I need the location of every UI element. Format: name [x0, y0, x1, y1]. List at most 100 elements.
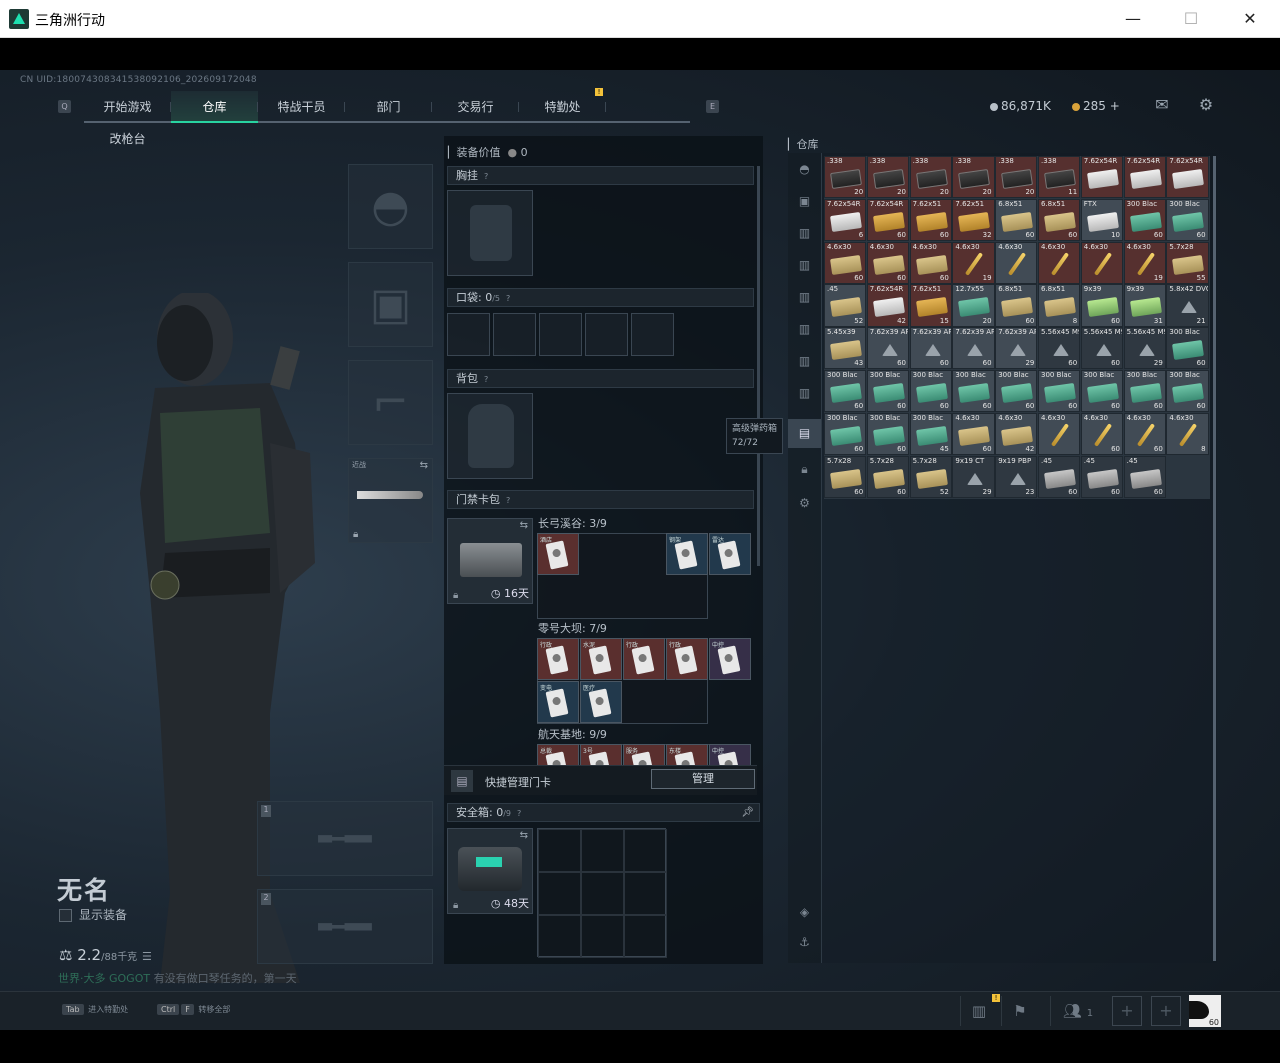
ammo-item[interactable]: 6.8x51 60	[995, 284, 1038, 327]
helmet-slot[interactable]: ◓	[348, 164, 433, 249]
ammo-item[interactable]: 4.6x30	[995, 241, 1038, 284]
ammo-item[interactable]: 7.62x39 AP 60	[909, 327, 952, 370]
safe-cell[interactable]	[624, 872, 667, 915]
ammo-item[interactable]: 9x39 31	[1123, 284, 1166, 327]
chest-rig-slot[interactable]	[447, 190, 533, 276]
ammo-item[interactable]: .338 11	[1038, 156, 1081, 199]
swap-icon[interactable]: ⇆	[520, 830, 528, 841]
flag-icon[interactable]: ⚑	[1001, 996, 1038, 1026]
safe-cell[interactable]	[581, 872, 624, 915]
invite-slot-button[interactable]: +	[1112, 996, 1142, 1026]
equipment-scrollbar[interactable]	[757, 166, 760, 566]
helmet-filter-icon[interactable]: ◓	[788, 155, 821, 184]
ammo-item[interactable]: 4.6x30 42	[995, 412, 1038, 455]
ammo-item[interactable]: 4.6x30 60	[952, 412, 995, 455]
swap-icon[interactable]: ⇆	[520, 520, 528, 531]
safe-cell[interactable]	[538, 915, 581, 958]
ammo-item[interactable]: 300 Blac 60	[866, 412, 909, 455]
ammo-item[interactable]: .338 20	[952, 156, 995, 199]
ammo-item[interactable]: 300 Blac 60	[824, 370, 867, 413]
safe-cell[interactable]	[538, 872, 581, 915]
warehouse-tab-6-icon[interactable]: ▥	[788, 347, 821, 376]
party-button[interactable]: 👥︎ 1	[1050, 996, 1105, 1026]
ammo-item[interactable]: 9x19 CT 29	[952, 455, 995, 498]
nav-tab[interactable]: 特勤处	[519, 91, 606, 123]
pocket-cell[interactable]	[539, 313, 582, 356]
nav-right-key[interactable]: E	[706, 100, 719, 113]
keycard[interactable]: 酒店	[537, 533, 579, 575]
safe-cell[interactable]	[581, 829, 624, 872]
ammo-item[interactable]: .338 20	[824, 156, 867, 199]
warehouse-tab-7-icon[interactable]: ▥	[788, 379, 821, 408]
ammo-item[interactable]: 300 Blac 60	[995, 370, 1038, 413]
ammo-item[interactable]: .338 20	[866, 156, 909, 199]
pocket-cell[interactable]	[585, 313, 628, 356]
settings-gear-icon[interactable]: ⚙	[788, 489, 821, 518]
close-button[interactable]: ✕	[1237, 6, 1263, 32]
keycard[interactable]: 医疗	[580, 681, 622, 723]
keycard[interactable]: 雷达	[709, 533, 751, 575]
ammo-item[interactable]: 6.8x51 60	[1038, 198, 1081, 241]
maximize-button[interactable]: ☐	[1178, 6, 1204, 32]
ammo-item[interactable]: .45 60	[1123, 455, 1166, 498]
empty-cell[interactable]	[1166, 456, 1208, 498]
ammo-item[interactable]: 4.6x30	[1080, 241, 1123, 284]
safe-cell[interactable]	[538, 829, 581, 872]
ammo-item[interactable]: .338 20	[995, 156, 1038, 199]
ammo-item[interactable]: 9x19 PBP 23	[995, 455, 1038, 498]
ammo-item[interactable]: 300 Blac 60	[1080, 370, 1123, 413]
tab-hint[interactable]: Tab 进入特勤处	[62, 1004, 128, 1015]
swap-icon[interactable]: ⇆	[420, 460, 428, 471]
ammo-item[interactable]: 300 Blac 60	[909, 370, 952, 413]
armor-slot[interactable]: ▣	[348, 262, 433, 347]
warehouse-tab-4-icon[interactable]: ▥	[788, 283, 821, 312]
settings-gear-icon[interactable]: ⚙	[1196, 95, 1216, 115]
lock-icon[interactable]: 🔒︎	[788, 455, 821, 484]
ammo-item[interactable]: .338 20	[909, 156, 952, 199]
ammo-item[interactable]: 6.8x51 8	[1038, 284, 1081, 327]
ammo-item[interactable]: 7.62x39 AP 60	[952, 327, 995, 370]
ctrl-f-hint[interactable]: Ctrl F 转移全部	[157, 1004, 230, 1015]
nav-left-key[interactable]: Q	[58, 100, 71, 113]
ammo-item[interactable]: 4.6x30	[1038, 412, 1081, 455]
ammo-item[interactable]: 4.6x30 60	[1080, 412, 1123, 455]
keycard[interactable]: 水泥	[580, 638, 622, 680]
ammo-item[interactable]: 300 Blac 60	[1166, 370, 1209, 413]
avatar[interactable]: 60	[1189, 995, 1221, 1027]
mail-icon[interactable]: ✉	[1152, 95, 1172, 115]
ammo-item[interactable]: 7.62x54R 6	[824, 198, 867, 241]
keycard[interactable]: 行政	[666, 638, 708, 680]
safe-cell[interactable]	[624, 915, 667, 958]
ammo-item[interactable]: 5.45x39 43	[824, 327, 867, 370]
manage-keycard-button[interactable]: 管理	[651, 769, 755, 789]
layers-icon[interactable]: ◈	[788, 898, 821, 927]
nav-tab[interactable]: 特战干员	[258, 91, 345, 123]
nav-tab[interactable]: 改枪台	[84, 123, 171, 155]
ammo-item[interactable]: 300 Blac 60	[1038, 370, 1081, 413]
nav-tab[interactable]: 交易行	[432, 91, 519, 123]
ammo-item[interactable]: 7.62x51 60	[909, 198, 952, 241]
ammo-item[interactable]: 4.6x30 60	[866, 241, 909, 284]
ammo-item[interactable]: 4.6x30 19	[952, 241, 995, 284]
ammo-item[interactable]: .45 52	[824, 284, 867, 327]
keycard[interactable]: 行政	[623, 638, 665, 680]
ammo-item[interactable]: 7.62x54R	[1166, 156, 1209, 199]
help-icon[interactable]: ?	[484, 375, 488, 384]
ammo-item[interactable]: 4.6x30 60	[909, 241, 952, 284]
ammo-item[interactable]: 300 Blac 60	[824, 412, 867, 455]
help-icon[interactable]: ?	[484, 172, 488, 181]
safe-grid[interactable]	[537, 828, 667, 958]
coin-balance[interactable]: 86,871K	[990, 99, 1051, 113]
ammo-item[interactable]: 7.62x54R	[1080, 156, 1123, 199]
ammo-item[interactable]: 4.6x30 8	[1166, 412, 1209, 455]
warehouse-scrollbar[interactable]	[1213, 156, 1216, 961]
ammo-item[interactable]: 300 Blac 60	[866, 370, 909, 413]
warehouse-tab-2-icon[interactable]: ▥	[788, 219, 821, 248]
help-icon[interactable]: ?	[506, 294, 510, 303]
ammo-item[interactable]: 4.6x30	[1038, 241, 1081, 284]
help-icon[interactable]: ?	[517, 809, 521, 818]
ammo-item[interactable]: 4.6x30 60	[824, 241, 867, 284]
ammo-item[interactable]: 12.7x55 20	[952, 284, 995, 327]
warehouse-tab-5-icon[interactable]: ▥	[788, 315, 821, 344]
ammo-item[interactable]: 5.7x28 60	[824, 455, 867, 498]
